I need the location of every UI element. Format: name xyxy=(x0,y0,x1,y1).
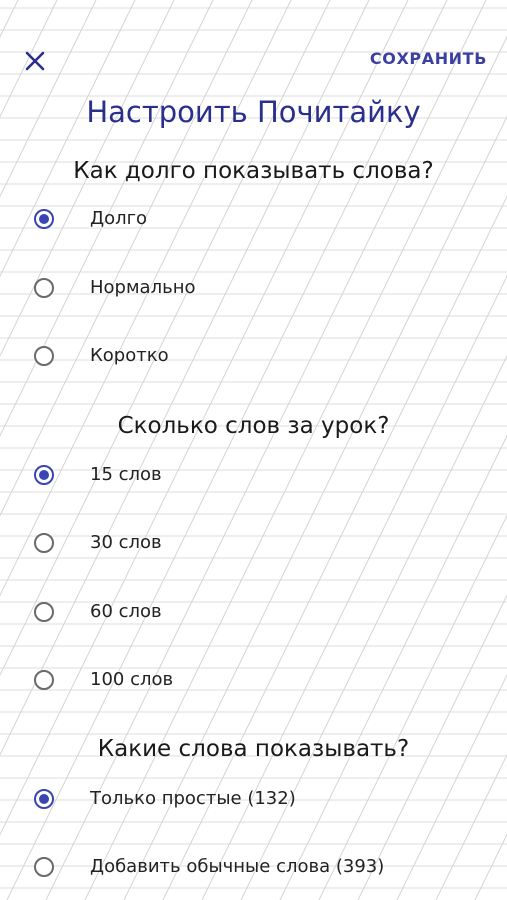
settings-screen: СОХРАНИТЬ Настроить Почитайку Как долго … xyxy=(0,0,507,900)
option-label: Коротко xyxy=(90,345,169,366)
option-long[interactable]: Долго xyxy=(0,197,507,241)
option-15-words[interactable]: 15 слов xyxy=(0,453,507,497)
option-simple-only[interactable]: Только простые (132) xyxy=(0,777,507,821)
radio-button[interactable] xyxy=(34,346,54,366)
radio-button[interactable] xyxy=(34,209,54,229)
save-button[interactable]: СОХРАНИТЬ xyxy=(370,48,487,70)
section-title-word-count: Сколько слов за урок? xyxy=(117,413,390,439)
section-title-duration: Как долго показывать слова? xyxy=(73,158,434,184)
radio-dot xyxy=(39,470,49,480)
radio-dot xyxy=(39,214,49,224)
option-label: Долго xyxy=(90,208,148,229)
radio-button[interactable] xyxy=(34,670,54,690)
option-label: Нормально xyxy=(90,277,196,298)
radio-button[interactable] xyxy=(34,602,54,622)
section-title-word-types: Какие слова показывать? xyxy=(97,736,410,762)
option-short[interactable]: Коротко xyxy=(0,334,507,378)
option-label: Только простые (132) xyxy=(90,788,296,809)
radio-button[interactable] xyxy=(34,278,54,298)
radio-button[interactable] xyxy=(34,789,54,809)
option-label: 100 слов xyxy=(90,669,174,690)
option-60-words[interactable]: 60 слов xyxy=(0,590,507,634)
option-normal[interactable]: Нормально xyxy=(0,266,507,310)
option-label: 60 слов xyxy=(90,601,162,622)
radio-button[interactable] xyxy=(34,857,54,877)
option-label: Добавить обычные слова (393) xyxy=(90,856,385,877)
close-button[interactable] xyxy=(18,44,52,78)
close-icon xyxy=(25,51,45,71)
radio-dot xyxy=(39,794,49,804)
option-100-words[interactable]: 100 слов xyxy=(0,658,507,702)
option-30-words[interactable]: 30 слов xyxy=(0,521,507,565)
option-add-regular[interactable]: Добавить обычные слова (393) xyxy=(0,845,507,889)
option-label: 15 слов xyxy=(90,464,162,485)
option-label: 30 слов xyxy=(90,532,162,553)
radio-button[interactable] xyxy=(34,465,54,485)
page-title: Настроить Почитайку xyxy=(86,95,421,129)
radio-button[interactable] xyxy=(34,533,54,553)
